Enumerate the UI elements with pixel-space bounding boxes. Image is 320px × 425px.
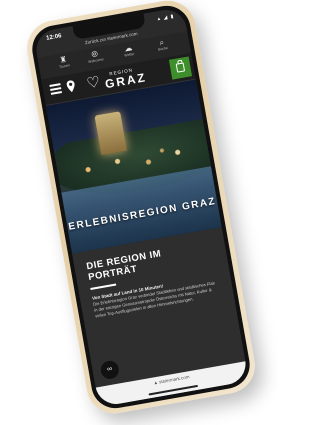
hero-image: ERLEBNISREGION GRAZ <box>46 79 222 254</box>
heart-logo-icon: ♡ <box>85 73 102 93</box>
chat-icon: ∞ <box>106 365 113 374</box>
topnav-item-webcams[interactable]: ⦾ Webcams <box>83 48 107 66</box>
shop-button[interactable] <box>168 56 193 80</box>
portrait-title: DIE REGION IM PORTRÄT <box>85 248 163 284</box>
phone-bezel: 12:06 ▴ ◢ ▮ Zurück zur steiermark.com ♜ … <box>28 2 254 412</box>
status-icons: ▴ ◢ ▮ <box>157 13 175 23</box>
portrait-section: DIE REGION IM PORTRÄT Von Stadt auf Land… <box>72 227 246 388</box>
shopping-bag-icon <box>175 62 186 73</box>
phone-frame: 12:06 ▴ ◢ ▮ Zurück zur steiermark.com ♜ … <box>22 0 260 418</box>
title-underline <box>90 283 117 291</box>
map-pin-icon[interactable] <box>66 80 76 93</box>
topnav-item-touren[interactable]: ♜ Touren <box>52 53 76 71</box>
topnav-item-wetter[interactable]: ☁ Wetter <box>117 42 141 60</box>
status-time: 12:06 <box>45 33 63 42</box>
stage: 12:06 ▴ ◢ ▮ Zurück zur steiermark.com ♜ … <box>0 0 277 425</box>
hamburger-menu-icon[interactable] <box>49 83 62 95</box>
phone-screen: 12:06 ▴ ◢ ▮ Zurück zur steiermark.com ♜ … <box>33 6 249 408</box>
topnav-item-suche[interactable]: ⌕ Suche <box>150 36 174 54</box>
